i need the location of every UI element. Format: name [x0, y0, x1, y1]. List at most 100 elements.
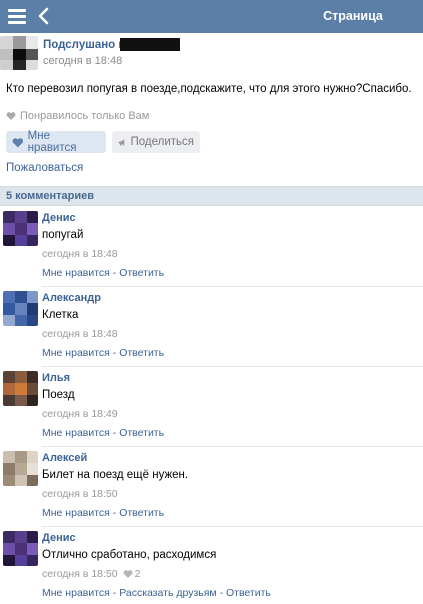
menu-icon[interactable] — [8, 9, 26, 24]
comment-item: Денис Отлично сработано, расходимся сегодн… — [0, 527, 423, 604]
avatar-pixel — [15, 211, 27, 223]
like-button-label: Мне нравится — [27, 130, 77, 154]
avatar-pixel — [3, 223, 15, 235]
post-header: Подслушано в сегодня в 18:48 — [0, 33, 423, 73]
share-button-label: Поделиться — [130, 136, 194, 148]
avatar-pixel — [3, 543, 15, 555]
megaphone-icon — [118, 138, 125, 146]
heart-icon — [123, 570, 133, 578]
avatar-pixel — [15, 463, 27, 475]
post-text: Кто перевозил попугая в поезде,подскажит… — [6, 83, 412, 95]
commenter-name[interactable]: Александр — [42, 292, 101, 304]
avatar-pixel — [3, 383, 15, 395]
avatar-pixel — [15, 475, 27, 486]
avatar-pixel — [15, 371, 27, 383]
comment-actions: Мне нравится - Рассказать друзьям - Отве… — [42, 587, 271, 599]
comment-meta: сегодня в 18:50 2 — [42, 568, 140, 580]
avatar-pixel — [15, 291, 27, 303]
comment-time: сегодня в 18:50 — [42, 568, 118, 580]
comment-time: сегодня в 18:50 — [42, 488, 118, 500]
comment-actions: Мне нравится - Ответить — [42, 427, 164, 439]
reply-link[interactable]: Ответить — [119, 427, 164, 439]
avatar-pixel — [27, 475, 38, 486]
avatar-pixel — [3, 451, 15, 463]
comment-time: сегодня в 18:49 — [42, 408, 118, 420]
avatar-pixel — [3, 315, 15, 326]
avatar-pixel — [27, 371, 38, 383]
share-button[interactable]: Поделиться — [112, 131, 200, 153]
commenter-avatar[interactable] — [3, 211, 38, 246]
like-button[interactable]: Мне нравится — [6, 130, 106, 154]
reply-link[interactable]: Ответить — [226, 587, 271, 599]
avatar-pixel — [27, 235, 38, 246]
comment-like-link[interactable]: Мне нравится — [42, 507, 110, 519]
avatar-pixel — [27, 315, 38, 326]
avatar-pixel — [3, 303, 15, 315]
avatar-pixel — [3, 235, 15, 246]
post-author-link[interactable]: Подслушано в — [43, 39, 125, 51]
comment-actions: Мне нравится - Ответить — [42, 267, 164, 279]
comment-text: Отлично сработано, расходимся — [42, 549, 217, 561]
comments-header: 5 комментариев — [0, 186, 423, 206]
back-arrow-icon[interactable] — [36, 6, 52, 26]
avatar-pixel — [15, 395, 27, 406]
avatar-pixel — [3, 475, 15, 486]
commenter-name[interactable]: Илья — [42, 372, 70, 384]
comment-meta: сегодня в 18:48 — [42, 328, 118, 340]
separator: - — [109, 507, 120, 519]
comment-like-link[interactable]: Мне нравится — [42, 427, 110, 439]
commenter-avatar[interactable] — [3, 371, 38, 406]
avatar-pixel — [3, 291, 15, 303]
commenter-avatar[interactable] — [3, 291, 38, 326]
comment-text: попугай — [42, 229, 84, 241]
avatar-pixel — [3, 371, 15, 383]
avatar-pixel — [27, 531, 38, 543]
comment-text: Клетка — [42, 309, 79, 321]
avatar-pixel — [15, 451, 27, 463]
avatar-pixel — [3, 531, 15, 543]
page-title: Страница — [323, 9, 383, 23]
avatar-pixel — [15, 531, 27, 543]
avatar-pixel — [3, 463, 15, 475]
comment-meta: сегодня в 18:48 — [42, 248, 118, 260]
comment-like-link[interactable]: Мне нравится — [42, 267, 110, 279]
avatar-pixel — [15, 315, 27, 326]
reply-link[interactable]: Ответить — [119, 347, 164, 359]
comment-item: Алексей Билет на поезд ещё нужен. сегодня … — [0, 447, 423, 527]
avatar-pixel — [27, 543, 38, 555]
post-time: сегодня в 18:48 — [43, 55, 123, 67]
reply-link[interactable]: Ответить — [119, 267, 164, 279]
redacted-block — [120, 38, 180, 51]
avatar-pixel — [15, 383, 27, 395]
comment-text: Билет на поезд ещё нужен. — [42, 469, 189, 481]
comment-meta: сегодня в 18:50 — [42, 488, 118, 500]
avatar-pixel — [27, 383, 38, 395]
comment-like-link[interactable]: Мне нравится — [42, 587, 110, 599]
comment-time: сегодня в 18:48 — [42, 328, 118, 340]
separator: - — [109, 267, 120, 279]
avatar-pixel — [3, 395, 15, 406]
avatar-pixel — [27, 291, 38, 303]
separator: - — [109, 427, 120, 439]
comment-time: сегодня в 18:48 — [42, 248, 118, 260]
comments-count: 5 комментариев — [6, 190, 95, 202]
commenter-name[interactable]: Денис — [42, 532, 76, 544]
avatar-pixel — [27, 395, 38, 406]
avatar-pixel — [27, 451, 38, 463]
avatar-pixel — [27, 223, 38, 235]
post-avatar[interactable] — [0, 36, 38, 70]
avatar-pixel — [3, 211, 15, 223]
separator: - — [109, 347, 120, 359]
avatar-pixel — [27, 211, 38, 223]
commenter-avatar[interactable] — [3, 531, 38, 566]
commenter-avatar[interactable] — [3, 451, 38, 486]
avatar-pixel — [15, 223, 27, 235]
share-with-friends-link[interactable]: Рассказать друзьям — [119, 587, 216, 599]
comment-actions: Мне нравится - Ответить — [42, 507, 164, 519]
comment-like-link[interactable]: Мне нравится — [42, 347, 110, 359]
report-link[interactable]: Пожаловаться — [6, 162, 83, 174]
commenter-name[interactable]: Алексей — [42, 452, 87, 464]
reply-link[interactable]: Ответить — [119, 507, 164, 519]
commenter-name[interactable]: Денис — [42, 212, 76, 224]
comment-likes-count: 2 — [134, 568, 141, 580]
